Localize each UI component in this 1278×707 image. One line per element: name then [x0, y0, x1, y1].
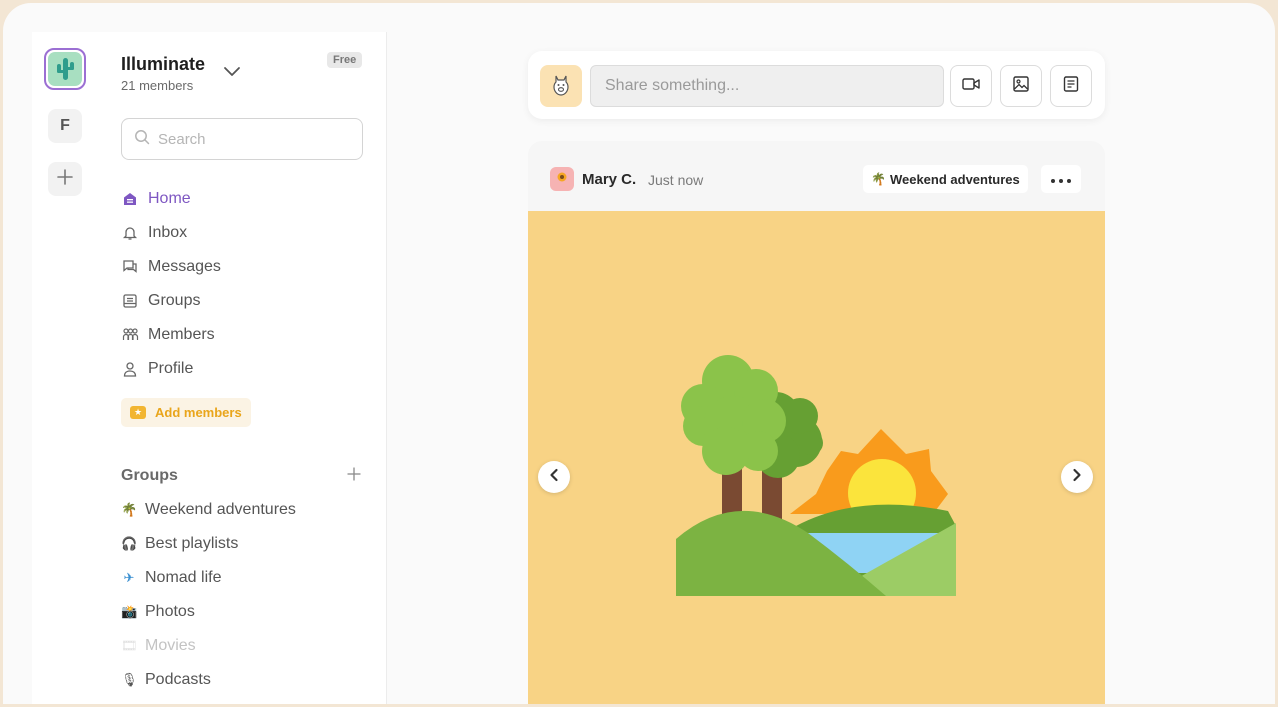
nav-item-inbox[interactable]: Inbox — [121, 216, 221, 250]
nav-item-label: Profile — [148, 360, 194, 377]
post-composer — [528, 51, 1105, 119]
post-options-button[interactable] — [1041, 165, 1081, 193]
add-document-button[interactable] — [1050, 65, 1092, 107]
group-item-movies[interactable]: 🎞 Movies — [121, 629, 296, 663]
share-input[interactable] — [590, 65, 944, 107]
group-item-label: Best playlists — [145, 535, 239, 552]
search-input[interactable] — [158, 130, 348, 148]
document-icon — [1063, 75, 1079, 97]
home-icon — [121, 190, 139, 208]
carousel-prev-button[interactable] — [538, 461, 570, 493]
app-window: F Illuminate 21 members Free Hom — [3, 3, 1275, 704]
video-icon — [962, 77, 980, 96]
workspace-rail: F — [32, 32, 100, 704]
carousel-next-button[interactable] — [1061, 461, 1093, 493]
add-image-button[interactable] — [1000, 65, 1042, 107]
plan-badge: Free — [327, 52, 363, 68]
groups-section-title: Groups — [121, 467, 178, 484]
members-icon — [121, 326, 139, 344]
nav-item-profile[interactable]: Profile — [121, 352, 221, 386]
add-members-label: Add members — [155, 405, 242, 420]
chevron-down-icon[interactable] — [223, 64, 241, 82]
nav-item-label: Home — [148, 190, 191, 207]
groups-icon — [121, 292, 139, 310]
author-avatar[interactable] — [550, 167, 574, 191]
post-image[interactable] — [528, 211, 1105, 704]
airplane-icon: ✈ — [123, 570, 135, 585]
add-members-button[interactable]: ★ Add members — [121, 398, 251, 427]
messages-icon — [121, 258, 139, 276]
group-item-label: Weekend adventures — [145, 501, 296, 518]
group-item-podcasts[interactable]: 🎙 Podcasts — [121, 663, 296, 697]
post-group-tag[interactable]: 🌴 Weekend adventures — [863, 165, 1028, 193]
post-author[interactable]: Mary C. — [582, 171, 636, 188]
group-item-label: Podcasts — [145, 671, 211, 688]
nav-item-groups[interactable]: Groups — [121, 284, 221, 318]
more-horizontal-icon — [1051, 170, 1071, 188]
chevron-left-icon — [549, 468, 559, 487]
camera-icon: 📸 — [121, 604, 138, 619]
headphones-icon: 🎧 — [121, 536, 138, 551]
post-timestamp: Just now — [648, 172, 704, 188]
nav-item-label: Inbox — [148, 224, 188, 241]
workspace-avatar[interactable] — [44, 48, 86, 90]
post-card: Mary C. Just now 🌴 Weekend adventures — [528, 141, 1105, 704]
nav-item-home[interactable]: Home — [121, 182, 221, 216]
group-item-photos[interactable]: 📸 Photos — [121, 595, 296, 629]
palm-tree-icon: 🌴 — [121, 502, 138, 517]
film-icon: 🎞 — [121, 638, 138, 653]
microphone-icon: 🎙 — [121, 672, 138, 687]
search-box[interactable] — [121, 118, 363, 160]
llama-avatar-icon — [540, 65, 582, 107]
chevron-right-icon — [1072, 468, 1082, 487]
workspace-member-count: 21 members — [121, 78, 194, 93]
palm-tree-icon: 🌴 — [871, 172, 886, 186]
plus-icon — [347, 464, 361, 486]
cactus-icon — [48, 52, 82, 86]
bell-icon — [121, 224, 139, 242]
post-group-label: Weekend adventures — [889, 171, 1020, 187]
group-item-best-playlists[interactable]: 🎧 Best playlists — [121, 527, 296, 561]
profile-icon — [121, 360, 139, 378]
post-header: Mary C. Just now 🌴 Weekend adventures — [528, 141, 1105, 211]
plus-icon — [56, 168, 74, 191]
nav-item-messages[interactable]: Messages — [121, 250, 221, 284]
flower-icon — [556, 170, 568, 188]
nav-item-label: Members — [148, 326, 215, 343]
add-video-button[interactable] — [950, 65, 992, 107]
groups-list: 🌴 Weekend adventures 🎧 Best playlists ✈ … — [121, 493, 296, 697]
nav-item-members[interactable]: Members — [121, 318, 221, 352]
group-item-label: Photos — [145, 603, 195, 620]
nav-item-label: Messages — [148, 258, 221, 275]
nav-item-label: Groups — [148, 292, 201, 309]
main-nav: Home Inbox Messages Groups Members Profi… — [121, 182, 221, 386]
search-icon — [134, 129, 150, 150]
group-item-weekend-adventures[interactable]: 🌴 Weekend adventures — [121, 493, 296, 527]
add-workspace-button[interactable] — [48, 162, 82, 196]
star-icon: ★ — [130, 406, 146, 419]
group-item-label: Movies — [145, 637, 196, 654]
add-group-button[interactable] — [347, 466, 361, 484]
group-item-nomad-life[interactable]: ✈ Nomad life — [121, 561, 296, 595]
landscape-illustration — [676, 355, 956, 596]
workspace-name: Illuminate — [121, 54, 206, 74]
workspace-f-button[interactable]: F — [48, 109, 82, 143]
workspace-f-label: F — [60, 117, 70, 134]
sidebar: Illuminate 21 members Free Home I — [99, 32, 387, 704]
image-icon — [1013, 75, 1029, 97]
group-item-label: Nomad life — [145, 569, 222, 586]
